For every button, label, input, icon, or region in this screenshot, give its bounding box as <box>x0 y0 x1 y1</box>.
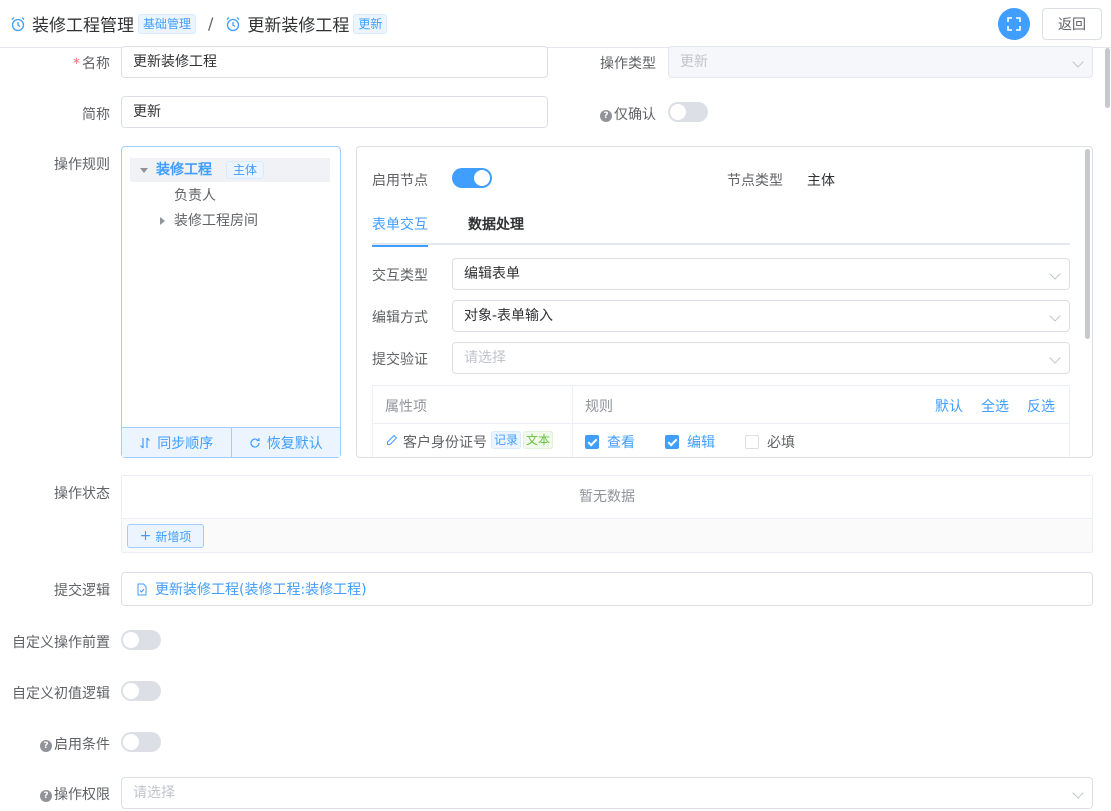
tab-form-interaction[interactable]: 表单交互 <box>372 205 428 247</box>
edit-mode-select[interactable]: 对象-表单输入 <box>452 300 1070 332</box>
fullscreen-icon <box>1007 17 1021 31</box>
refresh-icon <box>250 437 260 448</box>
chevron-down-icon <box>1072 787 1084 799</box>
node-config-panel: 启用节点 节点类型 主体 表单交互 数据处理 交互类型 编辑表单 编辑方式 对象… <box>356 146 1093 458</box>
name-label: * 名称 <box>73 56 110 72</box>
state-label: 操作状态 <box>54 486 110 502</box>
attr-tag-record: 记录 <box>491 431 522 449</box>
rules-label: 操作规则 <box>54 157 110 173</box>
caret-down-icon[interactable] <box>140 168 148 173</box>
empty-text: 暂无数据 <box>122 476 1092 519</box>
chevron-down-icon <box>1049 310 1061 322</box>
attr-tag-text: 文本 <box>523 431 554 449</box>
edit-mode-label: 编辑方式 <box>372 310 428 326</box>
sort-icon <box>140 437 151 448</box>
tree-node-rooms[interactable]: 装修工程房间 <box>130 209 330 233</box>
select-all-link[interactable]: 全选 <box>981 396 1009 416</box>
short-name-input[interactable]: 更新 <box>121 96 548 128</box>
custom-pre-label: 自定义操作前置 <box>12 635 110 651</box>
col-rule-header: 规则 <box>585 399 613 415</box>
permission-label: ? 操作权限 <box>0 784 110 804</box>
alarm-clock-icon <box>226 16 240 31</box>
add-item-button[interactable]: + 新增项 <box>127 524 204 548</box>
required-checkbox[interactable]: 必填 <box>745 432 795 452</box>
permission-select[interactable]: 请选择 <box>121 777 1093 809</box>
node-tag-main: 主体 <box>226 161 265 179</box>
node-type-value: 主体 <box>807 173 835 189</box>
tab-data-processing[interactable]: 数据处理 <box>468 205 524 245</box>
invert-selection-link[interactable]: 反选 <box>1027 396 1055 416</box>
submit-validate-select[interactable]: 请选择 <box>452 342 1070 374</box>
breadcrumb-separator: / <box>208 14 214 33</box>
op-type-select: 更新 <box>668 46 1093 78</box>
name-input[interactable]: 更新装修工程 <box>121 46 548 78</box>
submit-validate-label: 提交验证 <box>372 352 428 368</box>
default-link[interactable]: 默认 <box>935 396 963 416</box>
custom-init-switch[interactable] <box>121 681 161 701</box>
submit-logic-field: 更新装修工程(装修工程:装修工程) <box>121 572 1093 606</box>
help-icon[interactable]: ? <box>40 740 52 752</box>
breadcrumb-item-current: 更新装修工程 <box>247 16 350 36</box>
chevron-down-icon <box>1072 56 1084 68</box>
checkbox-checked-icon <box>585 435 599 449</box>
back-button[interactable]: 返回 <box>1042 8 1102 40</box>
confirm-only-label: ? 仅确认 <box>580 104 656 124</box>
view-checkbox[interactable]: 查看 <box>585 432 635 452</box>
breadcrumb: 装修工程管理 基础管理 / 更新装修工程 更新 <box>10 11 388 36</box>
enable-cond-switch[interactable] <box>121 732 161 752</box>
help-icon[interactable]: ? <box>600 110 612 122</box>
help-icon[interactable]: ? <box>40 790 52 802</box>
sync-order-button[interactable]: 同步顺序 <box>122 428 231 457</box>
chevron-down-icon <box>1049 352 1061 364</box>
reset-default-button[interactable]: 恢复默认 <box>230 428 341 457</box>
plus-icon: + <box>139 528 152 544</box>
checkbox-checked-icon <box>665 435 679 449</box>
required-mark: * <box>73 56 80 72</box>
enable-cond-label: ? 启用条件 <box>0 734 110 754</box>
breadcrumb-tag-update: 更新 <box>353 13 388 34</box>
custom-pre-switch[interactable] <box>121 630 161 650</box>
checkbox-empty-icon <box>745 435 759 449</box>
table-row: 客户身份证号 记录 文本 查看 编辑 必填 <box>373 424 1069 457</box>
page-header: 装修工程管理 基础管理 / 更新装修工程 更新 <box>0 0 1111 48</box>
tree-footer: 同步顺序 恢复默认 <box>122 427 340 457</box>
tree-node-owner[interactable]: 负责人 <box>130 184 330 208</box>
state-table: 暂无数据 + 新增项 <box>121 475 1093 553</box>
tree-node-root[interactable]: 装修工程 主体 <box>130 158 330 182</box>
submit-logic-link[interactable]: 更新装修工程(装修工程:装修工程) <box>155 579 367 599</box>
breadcrumb-tag-basic: 基础管理 <box>138 13 197 34</box>
attribute-rules-table: 属性项 规则 默认 全选 反选 客户身份证号 记录 文本 查看 编辑 必填 <box>372 385 1070 457</box>
confirm-only-switch[interactable] <box>668 102 708 122</box>
table-header: 属性项 规则 默认 全选 反选 <box>373 386 1069 424</box>
page-scrollbar[interactable] <box>1105 48 1110 108</box>
op-type-label: 操作类型 <box>600 56 656 72</box>
config-tabs: 表单交互 数据处理 <box>372 205 1070 247</box>
custom-init-label: 自定义初值逻辑 <box>12 686 110 702</box>
node-tree: 装修工程 主体 负责人 装修工程房间 同步顺序 恢复默认 <box>121 146 341 458</box>
breadcrumb-item-manage[interactable]: 装修工程管理 <box>32 11 134 36</box>
col-attr-header: 属性项 <box>385 399 427 415</box>
panel-scrollbar[interactable] <box>1085 149 1090 339</box>
enable-node-switch[interactable] <box>452 168 492 188</box>
page-scrollbar-track <box>1103 48 1111 811</box>
short-name-label: 简称 <box>82 107 110 123</box>
fullscreen-button[interactable] <box>998 8 1030 40</box>
chevron-down-icon <box>1049 268 1061 280</box>
document-icon <box>137 583 147 595</box>
edit-pen-icon <box>387 434 398 445</box>
attr-name: 客户身份证号 <box>403 435 487 451</box>
caret-right-icon[interactable] <box>160 217 165 225</box>
interact-type-label: 交互类型 <box>372 268 428 284</box>
edit-checkbox[interactable]: 编辑 <box>665 432 715 452</box>
interact-type-select[interactable]: 编辑表单 <box>452 258 1070 290</box>
submit-logic-label: 提交逻辑 <box>54 583 110 599</box>
alarm-clock-icon <box>11 16 25 31</box>
enable-node-label: 启用节点 <box>372 173 428 189</box>
node-type-label: 节点类型 <box>727 173 783 189</box>
